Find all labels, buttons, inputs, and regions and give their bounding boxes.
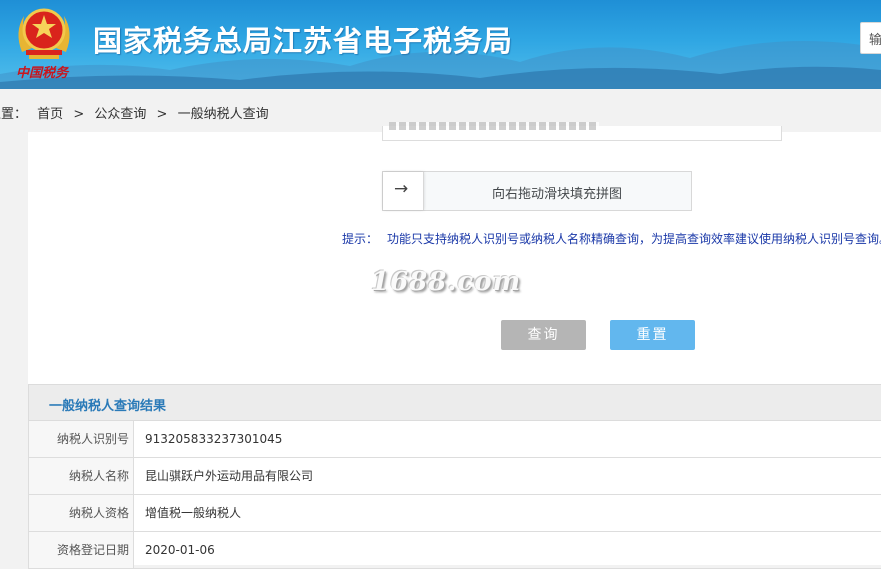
row-label: 纳税人识别号 <box>29 421 134 457</box>
breadcrumb-separator: > <box>156 107 168 122</box>
watermark: 1688.com <box>371 267 522 297</box>
arrow-right-icon: → <box>394 179 409 199</box>
captcha-slider[interactable]: → 向右拖动滑块填充拼图 <box>382 171 692 211</box>
table-row: 纳税人资格 增值税一般纳税人 <box>28 495 881 532</box>
breadcrumb-home-link[interactable]: 首页 <box>37 107 63 122</box>
query-tip: 提示： 功能只支持纳税人识别号或纳税人名称精确查询，为提高查询效率建议使用纳税人识… <box>342 230 881 247</box>
row-value: 2020-01-06 <box>145 543 215 557</box>
query-form-card: → 向右拖动滑块填充拼图 提示： 功能只支持纳税人识别号或纳税人名称精确查询，为提… <box>28 122 881 384</box>
row-value: 增值税一般纳税人 <box>145 506 242 520</box>
login-input-text: 输 <box>869 33 881 48</box>
table-row: 纳税人识别号 913205833237301045 <box>28 421 881 458</box>
table-row: 资格登记日期 2020-01-06 <box>28 532 881 569</box>
breadcrumb-prefix: 位置： <box>0 107 28 122</box>
tip-text: 功能只支持纳税人识别号或纳税人名称精确查询，为提高查询效率建议使用纳税人识别号查… <box>387 232 881 246</box>
table-row: 纳税人名称 昆山骐跃户外运动用品有限公司 <box>28 458 881 495</box>
tip-label: 提示： <box>342 232 379 246</box>
blurred-input-text <box>389 122 599 130</box>
slider-handle[interactable]: → <box>383 172 424 210</box>
site-header: 中国税务 国家税务总局江苏省电子税务局 输 <box>0 0 881 89</box>
row-label: 纳税人资格 <box>29 495 134 531</box>
breadcrumb-current-page: 一般纳税人查询 <box>177 107 269 122</box>
slider-instruction: 向右拖动滑块填充拼图 <box>491 187 622 202</box>
row-label: 纳税人名称 <box>29 458 134 494</box>
result-header: 一般纳税人查询结果 <box>28 384 881 421</box>
row-label: 资格登记日期 <box>29 532 134 568</box>
brand-script-logo: 中国税务 <box>16 66 69 81</box>
result-title: 一般纳税人查询结果 <box>49 399 167 414</box>
breadcrumb-separator: > <box>73 107 85 122</box>
site-title: 国家税务总局江苏省电子税务局 <box>93 24 514 58</box>
query-button[interactable]: 查询 <box>501 320 586 350</box>
row-value: 913205833237301045 <box>145 432 283 446</box>
row-value: 昆山骐跃户外运动用品有限公司 <box>145 469 314 483</box>
login-input[interactable]: 输 <box>860 22 881 54</box>
result-section: 一般纳税人查询结果 纳税人识别号 913205833237301045 纳税人名… <box>28 384 881 569</box>
query-input-field[interactable] <box>382 122 782 141</box>
reset-button[interactable]: 重置 <box>610 320 695 350</box>
breadcrumb-public-query-link[interactable]: 公众查询 <box>94 107 146 122</box>
